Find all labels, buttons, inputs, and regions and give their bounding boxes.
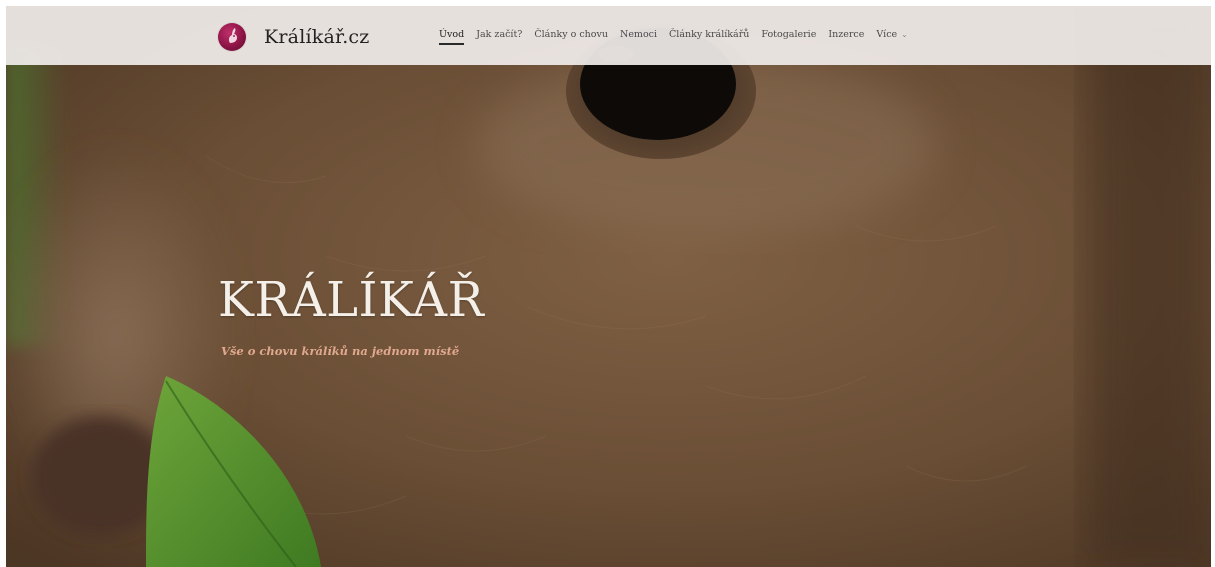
site-logo[interactable]: Králíkář.cz: [218, 22, 370, 52]
site-header: Králíkář.cz Úvod Jak začít? Články o cho…: [6, 6, 1211, 65]
main-navigation: Úvod Jak začít? Články o chovu Nemoci Čl…: [439, 29, 920, 45]
nav-item-vice-label: Více: [876, 29, 898, 40]
hero-title: KRÁLÍKÁŘ: [218, 272, 485, 328]
nav-item-nemoci[interactable]: Nemoci: [620, 29, 657, 40]
nav-item-jak-zacit[interactable]: Jak začít?: [476, 29, 522, 40]
nav-item-fotogalerie[interactable]: Fotogalerie: [761, 29, 816, 40]
chevron-down-icon: ⌄: [901, 30, 908, 39]
site-name[interactable]: Králíkář.cz: [264, 26, 370, 48]
hero-subtitle: Vše o chovu králíků na jednom místě: [221, 344, 460, 358]
rabbit-logo-icon: [218, 23, 246, 51]
page-frame: Králíkář.cz Úvod Jak začít? Články o cho…: [6, 6, 1211, 567]
nav-item-vice[interactable]: Více ⌄: [876, 29, 908, 40]
nav-item-uvod[interactable]: Úvod: [439, 29, 465, 45]
nav-item-clanky-o-chovu[interactable]: Články o chovu: [534, 29, 608, 40]
nav-item-inzerce[interactable]: Inzerce: [828, 29, 864, 40]
hero-background-image: [6, 6, 1211, 567]
nav-item-clanky-kralikaru[interactable]: Články králíkářů: [669, 29, 749, 40]
